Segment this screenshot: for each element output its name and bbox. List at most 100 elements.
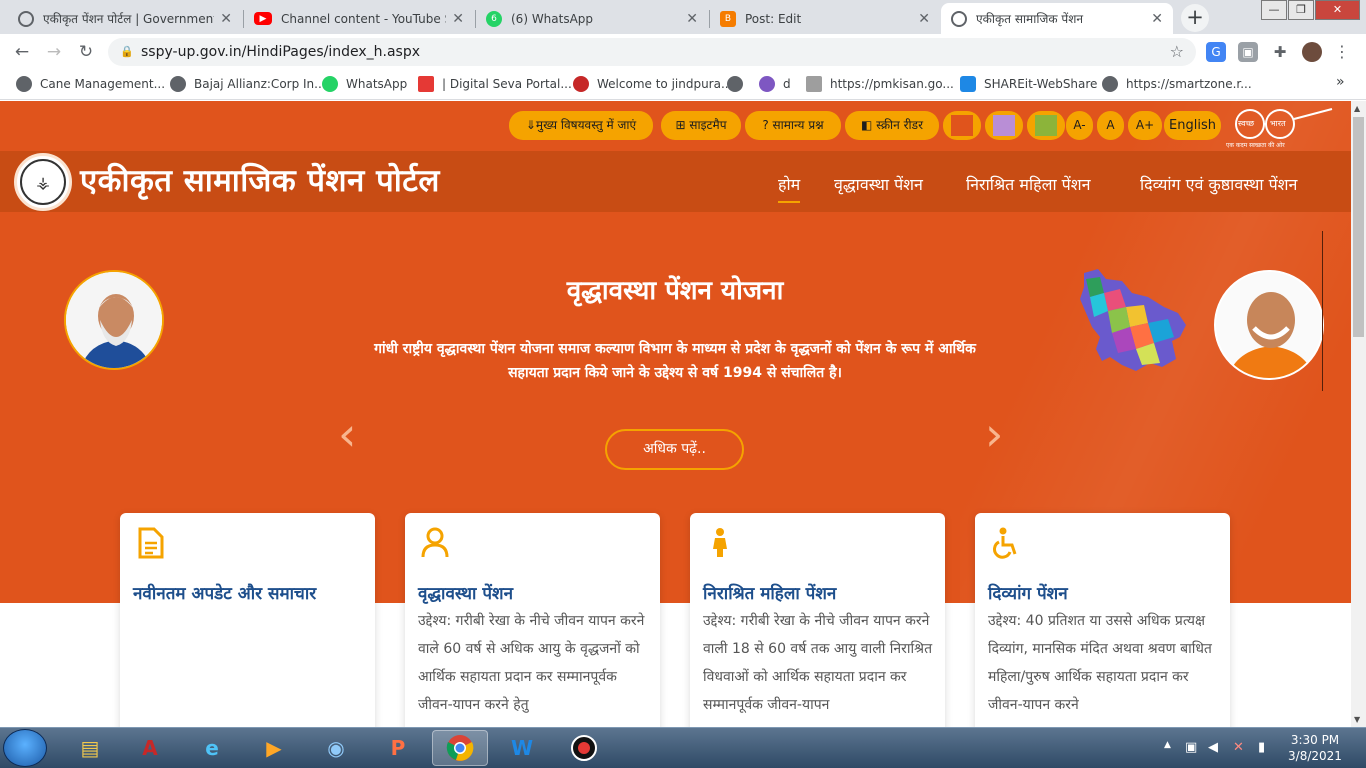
internet-explorer-icon[interactable]: e: [184, 730, 240, 766]
browser-tab-1[interactable]: एकीकृत पेंशन पोर्टल | Government ✕: [8, 3, 242, 34]
scrollbar-thumb[interactable]: [1353, 117, 1364, 337]
bookmark-item[interactable]: Cane Management...: [16, 76, 165, 92]
photo-viewer-icon[interactable]: ◉: [308, 730, 364, 766]
page-viewport: ⇓मुख्य विषयवस्तु में जाएं ⊞ साइटमैप ? सा…: [0, 101, 1351, 727]
browser-toolbar: ← → ↻ 🔒 sspy-up.gov.in/HindiPages/index_…: [0, 34, 1366, 70]
chrome-icon[interactable]: [432, 730, 488, 766]
bookmark-item[interactable]: https://smartzone.r...: [1102, 76, 1252, 92]
destitute-women-pension-card[interactable]: निराश्रित महिला पेंशन उद्देश्य: गरीबी रे…: [690, 513, 945, 727]
font-decrease-button[interactable]: A-: [1066, 111, 1093, 140]
bookmark-star-icon[interactable]: ☆: [1170, 38, 1184, 66]
tab-title: एकीकृत पेंशन पोर्टल | Government: [43, 12, 215, 26]
disability-pension-card[interactable]: दिव्यांग पेंशन उद्देश्य: 40 प्रतिशत या उ…: [975, 513, 1230, 727]
orange-swatch: [951, 115, 973, 136]
news-card[interactable]: नवीनतम अपडेट और समाचार: [120, 513, 375, 727]
emblem-icon: ⚶: [20, 159, 66, 205]
browser-tab-4[interactable]: B Post: Edit ✕: [710, 3, 940, 34]
browser-tab-2[interactable]: ▶ Channel content - YouTube Studio ✕: [244, 3, 474, 34]
theme-green-button[interactable]: [1027, 111, 1065, 140]
sitemap-button[interactable]: ⊞ साइटमैप: [661, 111, 741, 140]
volume-icon[interactable]: ◀: [1208, 740, 1218, 755]
system-clock[interactable]: 3:30 PM 3/8/2021: [1280, 732, 1350, 764]
english-language-button[interactable]: English: [1164, 111, 1221, 140]
close-tab-icon[interactable]: ✕: [1151, 11, 1163, 27]
lock-icon[interactable]: 🔒: [120, 38, 134, 66]
bookmark-item[interactable]: | Digital Seva Portal...: [418, 76, 572, 92]
nav-disability-pension[interactable]: दिव्यांग एवं कुष्ठावस्था पेंशन: [1140, 173, 1297, 195]
close-tab-icon[interactable]: ✕: [918, 11, 930, 27]
bookmark-label: https://smartzone.r...: [1126, 77, 1252, 91]
whatsapp-icon: 6: [486, 10, 502, 27]
skip-to-content-button[interactable]: ⇓मुख्य विषयवस्तु में जाएं: [509, 111, 653, 140]
show-hidden-icons[interactable]: ▲: [1164, 740, 1171, 750]
profile-avatar[interactable]: [1302, 42, 1322, 62]
bookmark-label: https://pmkisan.go...: [830, 77, 954, 91]
slider-next-arrow[interactable]: ›: [985, 409, 1003, 459]
back-icon[interactable]: ←: [10, 40, 34, 64]
bookmark-label: Cane Management...: [40, 77, 166, 91]
reload-icon[interactable]: ↻: [74, 40, 98, 64]
card-title: निराश्रित महिला पेंशन: [703, 584, 837, 604]
extension-icon[interactable]: ▣: [1238, 42, 1258, 62]
read-more-button[interactable]: अधिक पढ़ें..: [605, 429, 744, 470]
question-icon: ?: [762, 118, 773, 132]
nav-destitute-women-pension[interactable]: निराश्रित महिला पेंशन: [966, 173, 1091, 195]
bookmark-item[interactable]: WhatsApp: [322, 76, 407, 92]
signal-icon[interactable]: ▮: [1258, 740, 1265, 755]
screen-recorder-icon[interactable]: [556, 730, 612, 766]
theme-purple-button[interactable]: [985, 111, 1023, 140]
bookmark-item[interactable]: https://pmkisan.go...: [806, 76, 954, 92]
purple-swatch: [993, 115, 1015, 136]
maximize-button[interactable]: ❐: [1288, 0, 1314, 20]
close-window-button[interactable]: ✕: [1315, 0, 1360, 20]
card-description: उद्देश्य: गरीबी रेखा के नीचे जीवन यापन क…: [703, 613, 933, 713]
acrobat-icon[interactable]: A: [122, 730, 178, 766]
up-government-logo[interactable]: ⚶: [14, 153, 72, 211]
jindpura-icon: [573, 76, 589, 92]
forward-icon[interactable]: →: [42, 40, 66, 64]
network-error-icon[interactable]: ✕: [1233, 740, 1244, 755]
old-age-pension-card[interactable]: वृद्धावस्था पेंशन उद्देश्य: गरीबी रेखा क…: [405, 513, 660, 727]
faq-button[interactable]: ? सामान्य प्रश्न: [745, 111, 841, 140]
puzzle-icon[interactable]: ✚: [1270, 42, 1290, 62]
digital-seva-icon: [418, 76, 434, 92]
bookmark-item[interactable]: d: [759, 76, 791, 92]
card-title: वृद्धावस्था पेंशन: [418, 584, 513, 604]
word-icon[interactable]: W: [494, 730, 550, 766]
more-bookmarks-icon[interactable]: »: [1336, 74, 1345, 90]
media-player-icon[interactable]: ▶: [246, 730, 302, 766]
browser-tab-3[interactable]: 6 (6) WhatsApp ✕: [476, 3, 708, 34]
nav-old-age-pension[interactable]: वृद्धावस्था पेंशन: [834, 173, 923, 195]
globe-icon: [1102, 76, 1118, 92]
bookmark-item[interactable]: Bajaj Allianz:Corp In...: [170, 76, 326, 92]
menu-dots-icon[interactable]: ⋮: [1332, 42, 1352, 62]
browser-tab-5-active[interactable]: एकीकृत सामाजिक पेंशन ✕: [941, 3, 1173, 34]
font-increase-button[interactable]: A+: [1128, 111, 1162, 140]
file-explorer-icon[interactable]: ▤: [62, 730, 118, 766]
scroll-down-arrow[interactable]: ▼: [1354, 715, 1360, 724]
translate-icon[interactable]: G: [1206, 42, 1226, 62]
faq-label: सामान्य प्रश्न: [772, 118, 824, 132]
close-tab-icon[interactable]: ✕: [686, 11, 698, 27]
globe-icon: [727, 76, 743, 92]
page-scrollbar[interactable]: ▲ ▼: [1351, 101, 1366, 727]
close-tab-icon[interactable]: ✕: [220, 11, 232, 27]
screen-reader-button[interactable]: ◧ स्क्रीन रीडर: [845, 111, 939, 140]
new-tab-button[interactable]: +: [1181, 4, 1209, 32]
theme-orange-button[interactable]: [943, 111, 981, 140]
scroll-up-arrow[interactable]: ▲: [1354, 104, 1360, 113]
slider-prev-arrow[interactable]: ‹: [338, 409, 356, 459]
bookmark-item[interactable]: [727, 76, 751, 92]
font-normal-button[interactable]: A: [1097, 111, 1124, 140]
site-title[interactable]: एकीकृत सामाजिक पेंशन पोर्टल: [80, 159, 440, 201]
minimize-button[interactable]: —: [1261, 0, 1287, 20]
powerpoint-icon[interactable]: P: [370, 730, 426, 766]
address-bar[interactable]: 🔒 sspy-up.gov.in/HindiPages/index_h.aspx…: [108, 38, 1196, 66]
sitemap-label: साइटमैप: [689, 118, 727, 132]
nav-home[interactable]: होम: [778, 173, 801, 203]
start-button[interactable]: [3, 729, 47, 767]
bookmark-item[interactable]: Welcome to jindpura...: [573, 76, 732, 92]
device-icon[interactable]: ▣: [1185, 740, 1197, 755]
bookmark-item[interactable]: SHAREit-WebShare: [960, 76, 1097, 92]
close-tab-icon[interactable]: ✕: [452, 11, 464, 27]
